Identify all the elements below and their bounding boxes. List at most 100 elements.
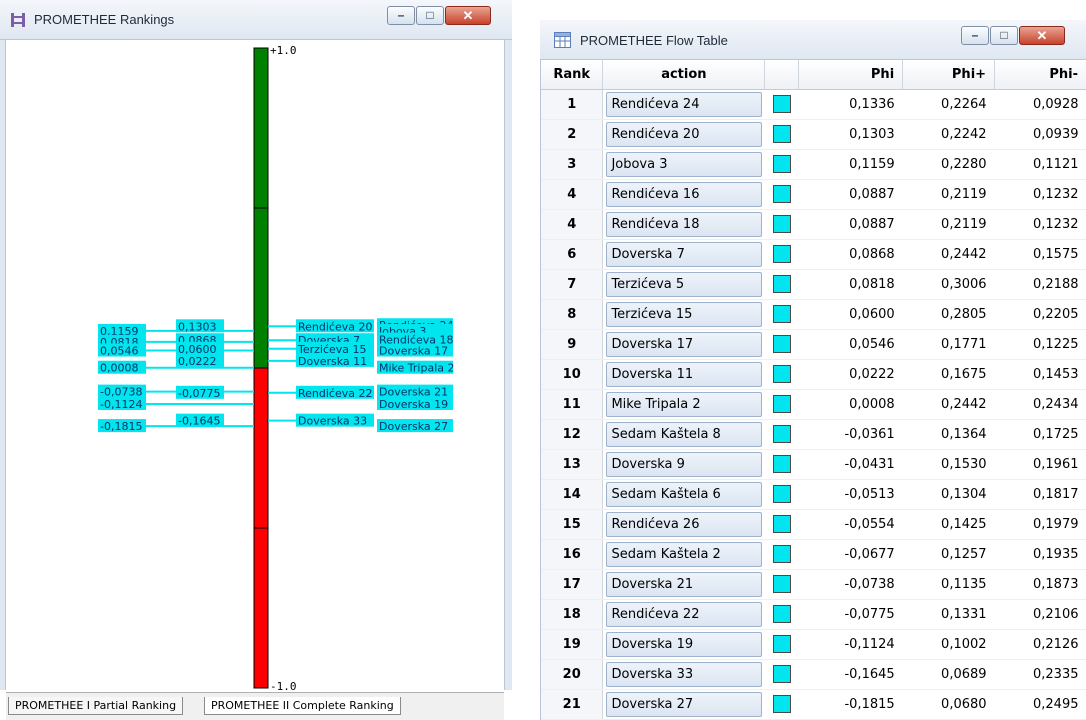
color-swatch[interactable] [772, 485, 791, 503]
table-row[interactable]: 8 Terzićeva 15 0,0600 0,2805 0,2205 [541, 299, 1086, 330]
close-button[interactable]: ✕ [1019, 26, 1065, 45]
color-swatch[interactable] [772, 635, 791, 653]
action-button[interactable]: Jobova 3 [606, 151, 762, 177]
rank-cell: 7 [541, 269, 604, 300]
color-swatch[interactable] [772, 665, 791, 683]
color-swatch[interactable] [772, 155, 791, 173]
column-header-color[interactable] [764, 60, 800, 90]
action-button[interactable]: Doverska 33 [606, 661, 762, 687]
column-header-rank[interactable]: Rank [541, 60, 604, 90]
table-row[interactable]: 19 Doverska 19 -0,1124 0,1002 0,2126 [541, 629, 1086, 660]
phi-plus-cell: 0,1002 [902, 629, 995, 660]
action-cell: Rendićeva 26 [602, 509, 765, 540]
color-swatch[interactable] [772, 515, 791, 533]
action-button[interactable]: Sedam Kaštela 2 [606, 541, 762, 567]
action-cell: Rendićeva 20 [602, 119, 765, 150]
table-row[interactable]: 3 Jobova 3 0,1159 0,2280 0,1121 [541, 149, 1086, 180]
table-row[interactable]: 14 Sedam Kaštela 6 -0,0513 0,1304 0,1817 [541, 479, 1086, 510]
action-button[interactable]: Rendićeva 18 [606, 211, 762, 237]
minimize-button[interactable]: – [387, 6, 415, 25]
color-swatch[interactable] [772, 365, 791, 383]
color-swatch[interactable] [772, 305, 791, 323]
color-cell [764, 149, 799, 180]
color-swatch[interactable] [772, 455, 791, 473]
tab-promethee-i-partial[interactable]: PROMETHEE I Partial Ranking [8, 697, 184, 715]
table-row[interactable]: 10 Doverska 11 0,0222 0,1675 0,1453 [541, 359, 1086, 390]
color-swatch[interactable] [772, 185, 791, 203]
maximize-button[interactable]: □ [416, 6, 444, 25]
action-button[interactable]: Doverska 27 [606, 691, 762, 717]
table-row[interactable]: 6 Doverska 7 0,0868 0,2442 0,1575 [541, 239, 1086, 270]
color-swatch[interactable] [772, 245, 791, 263]
action-button[interactable]: Doverska 9 [606, 451, 762, 477]
rank-cell: 6 [541, 239, 604, 270]
action-button[interactable]: Rendićeva 24 [606, 91, 762, 117]
action-button[interactable]: Doverska 11 [606, 361, 762, 387]
color-swatch[interactable] [772, 575, 791, 593]
rank-cell: 3 [541, 149, 604, 180]
phi-plus-cell: 0,2264 [902, 89, 995, 120]
phi-minus-cell: 0,0928 [994, 89, 1086, 120]
phi-minus-cell: 0,1121 [994, 149, 1086, 180]
action-button[interactable]: Sedam Kaštela 8 [606, 421, 762, 447]
table-row[interactable]: 20 Doverska 33 -0,1645 0,0689 0,2335 [541, 659, 1086, 690]
color-swatch[interactable] [772, 95, 791, 113]
column-header-phi-minus[interactable]: Phi- [994, 60, 1086, 90]
flow-table-window: PROMETHEE Flow Table – □ ✕ Rank action P… [540, 20, 1086, 720]
column-header-action[interactable]: action [602, 60, 766, 90]
action-button[interactable]: Rendićeva 22 [606, 601, 762, 627]
close-button[interactable]: ✕ [445, 6, 491, 25]
column-header-phi[interactable]: Phi [798, 60, 904, 90]
action-cell: Doverska 17 [602, 329, 765, 360]
action-button[interactable]: Terzićeva 5 [606, 271, 762, 297]
minimize-icon: – [971, 28, 979, 42]
tab-promethee-ii-complete[interactable]: PROMETHEE II Complete Ranking [204, 697, 401, 715]
table-row[interactable]: 4 Rendićeva 16 0,0887 0,2119 0,1232 [541, 179, 1086, 210]
color-swatch[interactable] [772, 275, 791, 293]
table-row[interactable]: 11 Mike Tripala 2 0,0008 0,2442 0,2434 [541, 389, 1086, 420]
color-swatch[interactable] [772, 215, 791, 233]
right-action-label: Doverska 21 [379, 386, 448, 399]
maximize-button[interactable]: □ [990, 26, 1018, 45]
action-button[interactable]: Sedam Kaštela 6 [606, 481, 762, 507]
action-button[interactable]: Mike Tripala 2 [606, 391, 762, 417]
table-row[interactable]: 16 Sedam Kaštela 2 -0,0677 0,1257 0,1935 [541, 539, 1086, 570]
table-row[interactable]: 18 Rendićeva 22 -0,0775 0,1331 0,2106 [541, 599, 1086, 630]
table-row[interactable]: 13 Doverska 9 -0,0431 0,1530 0,1961 [541, 449, 1086, 480]
action-button[interactable]: Terzićeva 15 [606, 301, 762, 327]
table-row[interactable]: 12 Sedam Kaštela 8 -0,0361 0,1364 0,1725 [541, 419, 1086, 450]
color-swatch[interactable] [772, 395, 791, 413]
table-row[interactable]: 7 Terzićeva 5 0,0818 0,3006 0,2188 [541, 269, 1086, 300]
flow-table-titlebar[interactable]: PROMETHEE Flow Table – □ ✕ [540, 20, 1086, 60]
flow-table-window-title: PROMETHEE Flow Table [580, 33, 728, 48]
table-row[interactable]: 21 Doverska 27 -0,1815 0,0680 0,2495 [541, 689, 1086, 720]
action-button[interactable]: Doverska 7 [606, 241, 762, 267]
action-button[interactable]: Rendićeva 26 [606, 511, 762, 537]
color-swatch[interactable] [772, 605, 791, 623]
phi-plus-cell: 0,2442 [902, 389, 995, 420]
table-row[interactable]: 2 Rendićeva 20 0,1303 0,2242 0,0939 [541, 119, 1086, 150]
table-row[interactable]: 9 Doverska 17 0,0546 0,1771 0,1225 [541, 329, 1086, 360]
phi-minus-cell: 0,1575 [994, 239, 1086, 270]
table-row[interactable]: 1 Rendićeva 24 0,1336 0,2264 0,0928 [541, 89, 1086, 120]
color-swatch[interactable] [772, 425, 791, 443]
minimize-button[interactable]: – [961, 26, 989, 45]
rankings-window-controls: – □ ✕ [386, 6, 491, 28]
action-button[interactable]: Doverska 17 [606, 331, 762, 357]
table-row[interactable]: 4 Rendićeva 18 0,0887 0,2119 0,1232 [541, 209, 1086, 240]
color-swatch[interactable] [772, 335, 791, 353]
color-cell [764, 629, 799, 660]
color-swatch[interactable] [772, 125, 791, 143]
table-row[interactable]: 17 Doverska 21 -0,0738 0,1135 0,1873 [541, 569, 1086, 600]
center-value-label: 0,0222 [178, 355, 217, 368]
action-button[interactable]: Doverska 19 [606, 631, 762, 657]
column-header-phi-plus[interactable]: Phi+ [902, 60, 996, 90]
action-button[interactable]: Doverska 21 [606, 571, 762, 597]
color-swatch[interactable] [772, 545, 791, 563]
table-row[interactable]: 15 Rendićeva 26 -0,0554 0,1425 0,1979 [541, 509, 1086, 540]
color-swatch[interactable] [772, 695, 791, 713]
rankings-titlebar[interactable]: PROMETHEE Rankings – □ ✕ [0, 0, 512, 40]
action-button[interactable]: Rendićeva 20 [606, 121, 762, 147]
action-cell: Sedam Kaštela 8 [602, 419, 765, 450]
action-button[interactable]: Rendićeva 16 [606, 181, 762, 207]
